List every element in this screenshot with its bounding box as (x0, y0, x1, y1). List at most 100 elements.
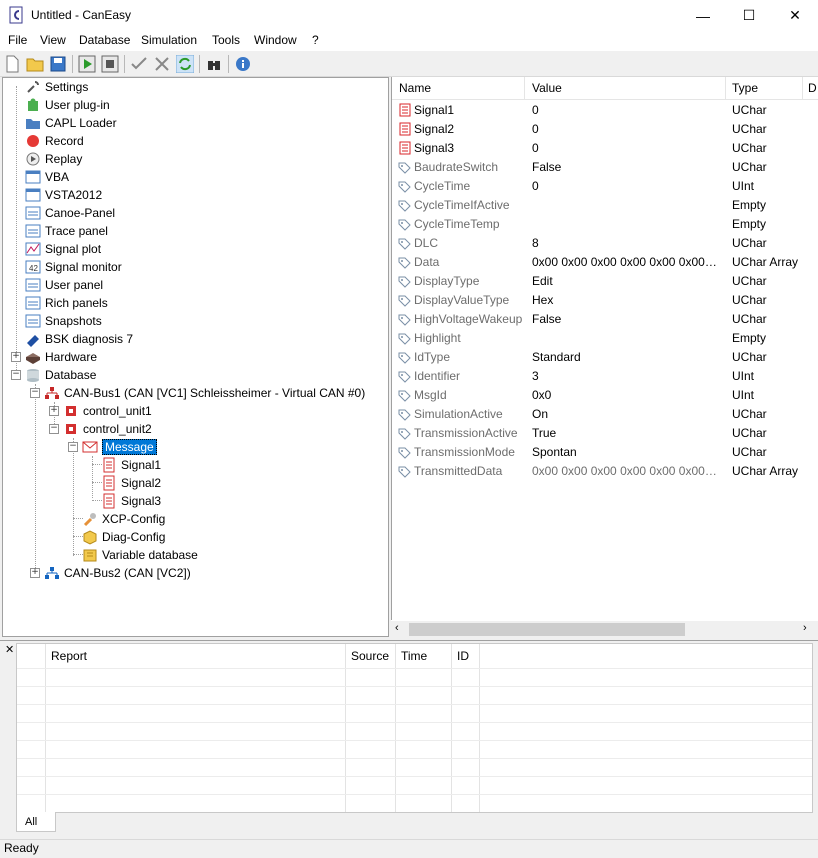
uncheck-icon[interactable] (153, 55, 171, 73)
property-row[interactable]: Identifier 3 UInt (392, 367, 818, 386)
property-row[interactable]: SimulationActive On UChar (392, 405, 818, 424)
property-row[interactable]: CycleTimeIfActive Empty (392, 196, 818, 215)
property-row[interactable]: TransmissionActive True UChar (392, 424, 818, 443)
tree-item-can-bus1[interactable]: CAN-Bus1 (CAN [VC1] Schleissheimer - Vir… (44, 384, 365, 402)
scrollbar-thumb[interactable] (409, 623, 685, 636)
close-button[interactable]: ✕ (772, 0, 818, 31)
property-value[interactable]: Edit (532, 274, 720, 288)
expand-hardware[interactable]: + (11, 352, 21, 362)
tree-item-signal-monitor[interactable]: 42 Signal monitor (25, 258, 122, 276)
tree-item-bsk-diagnosis[interactable]: BSK diagnosis 7 (25, 330, 133, 348)
tree-item-signal2[interactable]: Signal2 (101, 474, 161, 492)
project-tree[interactable]: + − − + − − + Settings User plug-in CAPL… (2, 77, 389, 637)
property-row[interactable]: Signal3 0 UChar (392, 139, 818, 158)
tab-all[interactable]: All (16, 812, 56, 832)
property-value[interactable]: 0x00 0x00 0x00 0x00 0x00 0x00 0x00... (532, 255, 720, 269)
maximize-button[interactable]: ☐ (726, 0, 772, 31)
scroll-left-icon[interactable]: ‹ (395, 622, 399, 634)
property-value[interactable]: Spontan (532, 445, 720, 459)
menu-view[interactable]: View (40, 33, 66, 47)
property-value[interactable]: 0x0 (532, 388, 720, 402)
tree-item-user-panel[interactable]: User panel (25, 276, 103, 294)
collapse-control-unit2[interactable]: − (49, 424, 59, 434)
minimize-button[interactable]: — (680, 0, 726, 31)
tree-item-signal-plot[interactable]: Signal plot (25, 240, 101, 258)
property-value[interactable]: 0x00 0x00 0x00 0x00 0x00 0x00 0x00... (532, 464, 720, 478)
property-row[interactable]: Highlight Empty (392, 329, 818, 348)
column-value[interactable]: Value (532, 81, 562, 95)
property-value[interactable]: 3 (532, 369, 720, 383)
property-value[interactable]: 0 (532, 122, 720, 136)
report-column-report[interactable]: Report (51, 649, 87, 663)
property-row[interactable]: Data 0x00 0x00 0x00 0x00 0x00 0x00 0x00..… (392, 253, 818, 272)
menu-tools[interactable]: Tools (212, 33, 240, 47)
property-row[interactable]: IdType Standard UChar (392, 348, 818, 367)
collapse-can-bus1[interactable]: − (30, 388, 40, 398)
property-value[interactable]: 0 (532, 179, 720, 193)
tree-item-canoe-panel[interactable]: Canoe-Panel (25, 204, 115, 222)
property-row[interactable]: BaudrateSwitch False UChar (392, 158, 818, 177)
property-value[interactable]: 8 (532, 236, 720, 250)
property-value[interactable]: False (532, 160, 720, 174)
tree-item-xcp-config[interactable]: XCP-Config (82, 510, 165, 528)
tree-item-variable-database[interactable]: Variable database (82, 546, 198, 564)
property-row[interactable]: DLC 8 UChar (392, 234, 818, 253)
tree-item-replay[interactable]: Replay (25, 150, 82, 168)
tree-item-snapshots[interactable]: Snapshots (25, 312, 102, 330)
property-row[interactable]: CycleTime 0 UInt (392, 177, 818, 196)
property-value[interactable]: Standard (532, 350, 720, 364)
property-grid[interactable]: Name Value Type D Signal1 0 UChar Signal2 0 U… (391, 77, 818, 637)
stop-icon[interactable] (101, 55, 119, 73)
property-row[interactable]: CycleTimeTemp Empty (392, 215, 818, 234)
info-icon[interactable] (234, 55, 252, 73)
open-icon[interactable] (26, 55, 44, 73)
tree-item-record[interactable]: Record (25, 132, 84, 150)
tree-item-capl-loader[interactable]: CAPL Loader (25, 114, 117, 132)
menu-simulation[interactable]: Simulation (141, 33, 197, 47)
expand-control-unit1[interactable]: + (49, 406, 59, 416)
collapse-message[interactable]: − (68, 442, 78, 452)
report-column-id[interactable]: ID (457, 649, 469, 663)
report-column-source[interactable]: Source (351, 649, 389, 663)
property-row[interactable]: DisplayType Edit UChar (392, 272, 818, 291)
save-icon[interactable] (49, 55, 67, 73)
menu-database[interactable]: Database (79, 33, 130, 47)
property-value[interactable]: False (532, 312, 720, 326)
expand-can-bus2[interactable]: + (30, 568, 40, 578)
report-column-time[interactable]: Time (401, 649, 427, 663)
tree-item-vba[interactable]: VBA (25, 168, 69, 186)
new-icon[interactable] (3, 55, 21, 73)
tree-item-control-unit2[interactable]: control_unit2 (63, 420, 152, 438)
scroll-right-icon[interactable]: › (803, 622, 807, 634)
menu-window[interactable]: Window (254, 33, 297, 47)
tree-item-user-plugin[interactable]: User plug-in (25, 96, 110, 114)
close-icon[interactable]: ✕ (5, 643, 14, 656)
property-row[interactable]: HighVoltageWakeup False UChar (392, 310, 818, 329)
tree-item-rich-panels[interactable]: Rich panels (25, 294, 108, 312)
property-row[interactable]: Signal2 0 UChar (392, 120, 818, 139)
column-name[interactable]: Name (399, 81, 431, 95)
column-extra[interactable]: D (808, 81, 817, 95)
tree-item-message[interactable]: Message (82, 438, 157, 456)
property-value[interactable]: 0 (532, 103, 720, 117)
property-value[interactable]: 0 (532, 141, 720, 155)
tree-item-signal3[interactable]: Signal3 (101, 492, 161, 510)
tree-item-hardware[interactable]: Hardware (25, 348, 97, 366)
check-icon[interactable] (130, 55, 148, 73)
tree-item-trace-panel[interactable]: Trace panel (25, 222, 108, 240)
property-row[interactable]: DisplayValueType Hex UChar (392, 291, 818, 310)
find-icon[interactable] (205, 55, 223, 73)
tree-item-database[interactable]: Database (25, 366, 96, 384)
tree-item-signal1[interactable]: Signal1 (101, 456, 161, 474)
property-value[interactable]: True (532, 426, 720, 440)
start-icon[interactable] (78, 55, 96, 73)
property-row[interactable]: Signal1 0 UChar (392, 101, 818, 120)
tree-item-vsta2012[interactable]: VSTA2012 (25, 186, 102, 204)
column-type[interactable]: Type (732, 81, 758, 95)
horizontal-scrollbar[interactable]: ‹ › (391, 620, 818, 638)
menu-file[interactable]: File (8, 33, 27, 47)
property-row[interactable]: MsgId 0x0 UInt (392, 386, 818, 405)
report-table[interactable]: Report Source Time ID (16, 643, 813, 813)
tree-item-control-unit1[interactable]: control_unit1 (63, 402, 152, 420)
property-value[interactable]: Hex (532, 293, 720, 307)
